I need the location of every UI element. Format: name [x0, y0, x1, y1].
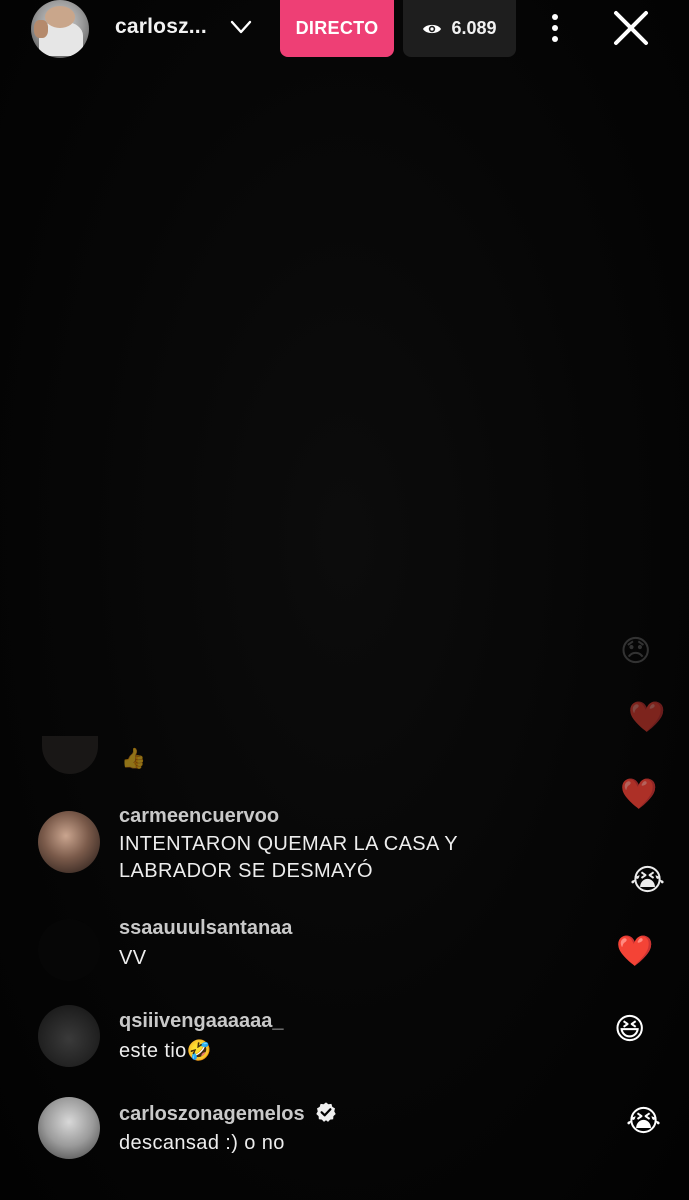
verified-badge-icon [315, 1102, 336, 1122]
comment-text: VV [119, 947, 147, 969]
live-header: carlosz... DIRECTO 6.089 [0, 0, 689, 70]
comment-text-line: LABRADOR SE DESMAYÓ [119, 860, 373, 882]
commenter-avatar[interactable] [38, 919, 100, 981]
reaction-emoji: ❤️ [620, 778, 658, 811]
close-icon[interactable] [611, 8, 651, 48]
comment-text: descansad :) o no [119, 1132, 285, 1154]
comment-username-text: carloszonagemelos [119, 1103, 305, 1125]
comment-username[interactable]: qsiiivengaaaaaa_ [119, 1010, 284, 1033]
reaction-emoji: 😆 [614, 1013, 646, 1046]
comment-username[interactable]: carmeencuervoo [119, 805, 279, 828]
reaction-emoji: ❤️ [628, 701, 666, 734]
host-avatar[interactable] [31, 0, 89, 58]
comment-username[interactable]: ssaauuulsantanaa [119, 917, 292, 940]
comment-text-line: INTENTARON QUEMAR LA CASA Y [119, 833, 459, 855]
reaction-emoji: 😭 [630, 864, 666, 897]
viewer-count: 6.089 [451, 18, 497, 38]
more-options-icon[interactable] [543, 8, 567, 48]
comment-text: este tio🤣 [119, 1040, 212, 1062]
comment-username[interactable]: carloszonagemelos [119, 1101, 337, 1126]
reaction-emoji: 😞 [620, 635, 652, 668]
viewer-count-pill[interactable]: 6.089 [403, 0, 516, 57]
live-badge: DIRECTO [280, 0, 394, 57]
faded-comment-text: 👍 [121, 748, 146, 770]
eye-icon [423, 24, 442, 33]
commenter-avatar[interactable] [38, 1005, 100, 1067]
commenter-avatar[interactable] [38, 811, 100, 873]
reaction-emoji: 😭 [626, 1105, 662, 1138]
chevron-down-icon[interactable] [228, 14, 254, 40]
comment-text: INTENTARON QUEMAR LA CASA Y LABRADOR SE … [119, 831, 458, 885]
live-video-area [0, 0, 689, 1200]
commenter-avatar[interactable] [38, 1097, 100, 1159]
host-username[interactable]: carlosz... [115, 15, 207, 39]
reaction-emoji: ❤️ [616, 935, 654, 968]
